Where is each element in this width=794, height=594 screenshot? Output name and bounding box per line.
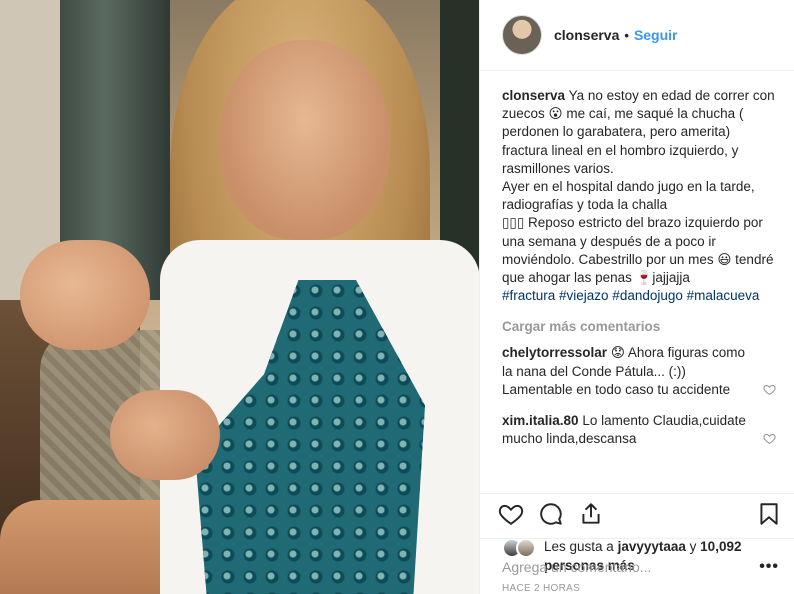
small-heart-icon[interactable] — [763, 383, 776, 396]
photo-face — [220, 40, 390, 240]
more-options-icon[interactable]: ••• — [759, 558, 779, 576]
bookmark-icon[interactable] — [756, 501, 782, 527]
photo-hand — [110, 390, 220, 480]
comment-username[interactable]: chelytorressolar — [502, 345, 607, 360]
action-bar — [480, 493, 794, 533]
post-sidebar: clonserva • Seguir clonserva Ya no estoy… — [479, 0, 794, 594]
caption: clonserva Ya no estoy en edad de correr … — [502, 87, 778, 305]
comments-section: clonserva Ya no estoy en edad de correr … — [480, 71, 794, 493]
header-separator: • — [624, 27, 629, 43]
instagram-post: clonserva • Seguir clonserva Ya no estoy… — [0, 0, 794, 594]
add-comment-bar: ••• — [480, 538, 794, 594]
comment-item: chelytorressolar 😟 Ahora figuras como la… — [502, 344, 778, 400]
caption-text-3: ▯▯▯ Reposo estricto del brazo izquierdo … — [502, 215, 774, 286]
photo-arm — [20, 240, 150, 350]
comment-input[interactable] — [502, 558, 760, 575]
header-username[interactable]: clonserva — [554, 27, 619, 43]
load-more-comments[interactable]: Cargar más comentarios — [502, 319, 778, 334]
post-header: clonserva • Seguir — [480, 0, 794, 71]
comment-icon[interactable] — [538, 501, 564, 527]
comment-username[interactable]: xim.italia.80 — [502, 413, 579, 428]
comment-item: xim.italia.80 Lo lamento Claudia,cuidate… — [502, 412, 778, 449]
follow-button[interactable]: Seguir — [634, 27, 678, 43]
avatar[interactable] — [502, 15, 542, 55]
caption-username[interactable]: clonserva — [502, 88, 565, 103]
share-icon[interactable] — [578, 501, 604, 527]
post-photo[interactable] — [0, 0, 479, 594]
heart-icon[interactable] — [498, 501, 524, 527]
caption-hashtags[interactable]: #fractura #viejazo #dandojugo #malacueva — [502, 288, 759, 303]
small-heart-icon[interactable] — [763, 432, 776, 445]
caption-text-2: Ayer en el hospital dando jugo en la tar… — [502, 179, 755, 213]
